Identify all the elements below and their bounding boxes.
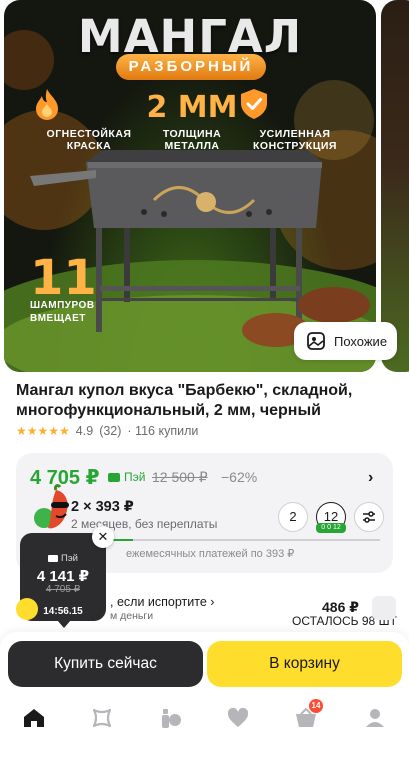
feature-line1: ТОЛЩИНА	[162, 128, 222, 140]
nav-catalog[interactable]	[86, 702, 118, 734]
rating-value: 4.9	[75, 424, 94, 438]
chili-mascot-icon	[34, 484, 69, 529]
feature-line1: ОГНЕСТОЙКАЯ	[46, 128, 132, 140]
installment-progress	[112, 539, 380, 541]
variant-thumbnail[interactable]	[372, 596, 396, 620]
nav-profile[interactable]	[359, 702, 391, 734]
installment-settings-button[interactable]	[354, 502, 384, 532]
tooltip-arrow	[57, 620, 71, 628]
installment-progress-fill	[112, 539, 134, 541]
product-gallery[interactable]: МАНГАЛ РАЗБОРНЫЙ ОГНЕСТОЙКАЯ КРАСКА 2 ММ…	[0, 0, 409, 372]
tooltip-old-price: 4 705 ₽	[45, 584, 81, 595]
feature-big-value: 2 ММ	[146, 90, 238, 125]
home-icon	[24, 709, 44, 727]
nav-home[interactable]	[18, 702, 50, 734]
similar-photos-icon	[307, 332, 325, 350]
flame-icon	[34, 88, 144, 128]
sliders-icon	[363, 511, 375, 523]
tooltip-close-button[interactable]: ✕	[92, 526, 114, 548]
tooltip-pay-label: Пэй	[20, 553, 106, 564]
skewers-count: 11	[30, 250, 97, 306]
shield-check-icon	[240, 88, 350, 128]
monthly-payments-note: ежемесячных платежей по 393 ₽	[126, 548, 295, 560]
promo-subtitle: РАЗБОРНЫЙ	[116, 54, 266, 80]
purchases-count: · 116 купили	[127, 424, 199, 438]
heart-icon	[227, 708, 249, 727]
chevron-right-icon[interactable]: ›	[368, 469, 373, 487]
buy-now-button[interactable]: Купить сейчас	[8, 641, 203, 687]
nav-promo[interactable]	[155, 702, 187, 734]
product-image-main[interactable]: МАНГАЛ РАЗБОРНЫЙ ОГНЕСТОЙКАЯ КРАСКА 2 ММ…	[4, 0, 376, 372]
product-image-next[interactable]	[381, 0, 409, 372]
term-12-badge: 0 0 12	[316, 523, 346, 533]
profile-icon	[366, 709, 384, 727]
installment-subtitle: 2 месяцев, без переплаты	[71, 517, 218, 531]
card-icon	[48, 554, 58, 562]
pay-label: Пэй	[124, 470, 146, 484]
feature-line1: УСИЛЕННАЯ	[259, 128, 331, 140]
feature-line2: МЕТАЛЛА	[164, 140, 220, 152]
rating-stars-icon: ★★★★★	[16, 424, 70, 438]
installment-value: 2 × 393 ₽	[71, 499, 134, 515]
tooltip-price: 4 141 ₽	[36, 568, 90, 585]
promo-bag-icon	[162, 709, 181, 728]
guarantee-subtitle: м деньги	[110, 610, 154, 622]
card-icon	[108, 472, 120, 482]
reviews-count: (32)	[99, 424, 122, 438]
skewers-line2: ВМЕЩАЕТ	[30, 313, 86, 324]
feature-line2: КРАСКА	[66, 140, 112, 152]
catalog-icon	[92, 708, 112, 728]
similar-label: Похожие	[334, 333, 388, 349]
similar-button[interactable]: Похожие	[294, 322, 397, 360]
guarantee-link[interactable]: , если испортите ›	[110, 595, 214, 609]
skewers-line1: ШАМПУРОВ	[30, 300, 95, 311]
discount-badge: −62%	[221, 469, 258, 485]
old-price: 12 500 ₽	[152, 469, 208, 485]
feature-line2: КОНСТРУКЦИЯ	[253, 140, 337, 152]
term-2-button[interactable]: 2	[278, 502, 308, 532]
bottom-nav	[0, 694, 409, 768]
feature-construction: УСИЛЕННАЯ КОНСТРУКЦИЯ	[240, 88, 350, 152]
rating-row[interactable]: ★★★★★ 4.9 (32) · 116 купили	[16, 422, 198, 440]
feature-paint: ОГНЕСТОЙКАЯ КРАСКА	[34, 88, 144, 152]
add-to-cart-button[interactable]: В корзину	[207, 641, 402, 687]
cart-count-badge: 14	[309, 699, 323, 713]
product-title: Мангал купол вкуса "Барбекю", складной, …	[16, 382, 353, 419]
guarantee-icon	[16, 598, 38, 620]
nav-favorites[interactable]	[222, 702, 254, 734]
feature-thickness: 2 ММ ТОЛЩИНА МЕТАЛЛА	[137, 88, 247, 152]
pay-badge: Пэй	[108, 470, 145, 484]
